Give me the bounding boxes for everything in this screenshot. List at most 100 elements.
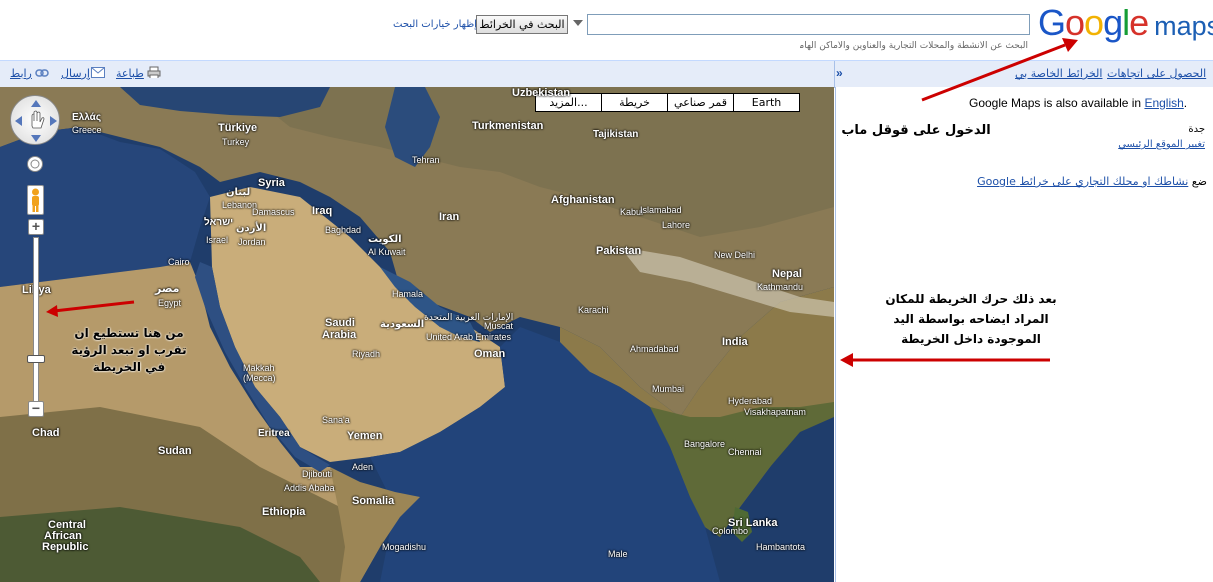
map-label: السعودية [380,319,425,330]
map-label: Yemen [347,430,383,442]
map-label: United Arab Emirates [426,332,512,342]
map-label: Türkiye [218,122,258,134]
street-view-pegman[interactable] [27,185,44,215]
map-label: Israel [206,235,229,245]
map-label: Lahore [662,220,691,230]
map-label: Turkey [222,137,250,147]
search-history-dropdown-icon[interactable] [573,20,583,26]
map-label: Iran [439,211,460,223]
map-label: ישראל [204,217,234,228]
map-label: Turkmenistan [472,120,544,132]
map-label: Uzbekistan [512,87,571,99]
map-label: Visakhapatnam [744,407,806,417]
search-maps-button[interactable]: البحث في الخرائط [476,15,568,34]
map-label: Oman [474,348,506,360]
send-button[interactable]: إرسال [61,67,90,80]
map-label: New Delhi [714,250,756,260]
red-arrow-logo-icon [921,38,1078,102]
map-label: Sana'a [322,415,350,425]
map-label: Colombo [712,526,749,536]
pan-control[interactable] [10,95,60,145]
map-label: Syria [258,177,285,189]
map-label: Hambantota [756,542,806,552]
map-label: Saudi [325,317,355,329]
city-label: جدة [1188,124,1205,135]
show-search-options-link[interactable]: إظهار خيارات البحث [393,19,477,30]
map-label: Mumbai [652,384,685,394]
map-label: لبنان [226,187,251,198]
map-label: Djibouti [302,469,333,479]
link-button[interactable]: رابط [10,67,32,80]
change-location-link[interactable]: تغيير الموقع الرئيسي [1118,139,1205,150]
printer-icon [147,66,161,78]
english-link[interactable]: English [1144,96,1183,110]
zoom-annotation: من هنا تستطيع ان تقرب او تبعد الرؤية في … [71,326,187,374]
logo-maps-text: maps [1154,11,1213,41]
map-label: (Mecca) [243,373,276,383]
zoom-out-button[interactable]: − [28,401,44,417]
map-label: Pakistan [596,245,642,257]
map-label: Muscat [484,321,514,331]
map-label: Tehran [412,155,440,165]
map-label: Aden [352,462,374,472]
map-label: Karachi [578,305,609,315]
map-label: Chad [32,427,60,439]
map-label: Cairo [168,257,190,267]
map-label: Mogadishu [382,542,427,552]
map-label: Al Kuwait [368,247,406,257]
pan-arrows-icon [15,100,57,142]
zoom-slider-handle[interactable] [27,355,45,363]
map-label: Jordan [238,237,266,247]
map-label: Iraq [312,205,333,217]
map-type-map[interactable]: خريطة [601,93,668,112]
map-label: Chennai [728,447,762,457]
map-label: Eritrea [258,428,290,439]
print-button[interactable]: طباعة [116,67,144,80]
link-icon [35,69,49,77]
add-business-link[interactable]: نشاطك او محلك التجاري على خرائط [1019,175,1188,188]
red-arrow-icon [46,300,135,317]
map-label: Ελλάς [72,112,102,123]
map-type-selector: المزيد... خريطة قمر صناعي Earth [535,93,800,112]
map-label: Egypt [158,298,182,308]
reset-view-button[interactable] [27,156,43,172]
map-label: Sudan [158,445,192,457]
map-label: Riyadh [352,349,381,359]
map-label: Somalia [352,495,395,507]
map-label: Islamabad [640,205,682,215]
map-label: Tajikistan [593,129,639,140]
zoom-slider-track[interactable] [33,237,39,402]
add-business-text: ضع نشاطك او محلك التجاري على خرائط Googl… [977,175,1207,188]
pegman-icon [32,188,39,212]
map-label: Hamala [392,289,424,299]
sidebar-panel: Google Maps is also available in English… [835,87,1213,582]
map-type-satellite[interactable]: قمر صناعي [667,93,734,112]
login-annotation: الدخول على قوقل ماب [841,123,991,138]
get-directions-link[interactable]: الحصول على اتجاهات [1107,67,1206,80]
red-arrow-map-icon [840,353,1050,367]
map-label: الأردن [236,223,267,234]
toolbar-divider [834,61,835,88]
map-canvas[interactable]: المزيد... خريطة قمر صناعي Earth Uzbekist… [0,87,834,582]
map-label: India [722,336,748,348]
circle-icon [30,159,40,169]
map-label: Kathmandu [757,282,804,292]
map-label: Republic [42,541,89,553]
map-label: الكويت [368,234,402,245]
map-label: Makkah [243,363,275,373]
zoom-in-button[interactable]: + [28,219,44,235]
map-label: Damascus [252,207,295,217]
map-label: Ahmadabad [630,344,679,354]
map-label: مصر [155,282,180,295]
map-label: Nepal [772,268,802,280]
map-label: Bangalore [684,439,726,449]
map-label: Male [608,549,628,559]
email-icon [91,67,105,78]
move-map-annotation: بعد ذلك حرك الخريطة للمكان المراد ايضاحه… [885,292,1057,346]
map-label: Addis Ababa [284,483,335,493]
map-label: Hyderabad [728,396,773,406]
map-label: Baghdad [325,225,362,235]
map-type-earth[interactable]: Earth [733,93,800,112]
map-label: Afghanistan [551,194,615,206]
map-label: Greece [72,125,102,135]
